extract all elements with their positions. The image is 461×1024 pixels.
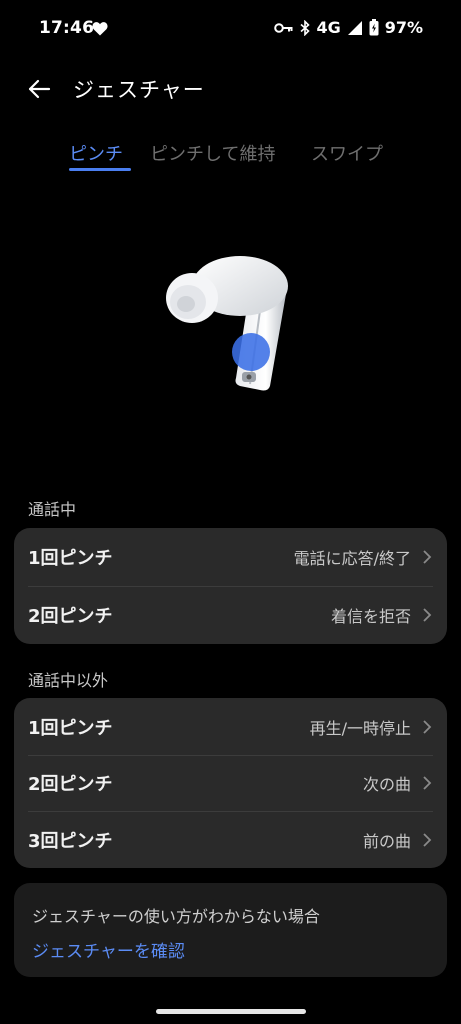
row-value: 着信を拒否 xyxy=(330,607,411,626)
row-label: 1回ピンチ xyxy=(28,548,113,569)
check-gesture-link[interactable]: ジェスチャーを確認 xyxy=(32,937,185,962)
list-item[interactable]: 2回ピンチ 次の曲 xyxy=(14,755,447,811)
key-icon xyxy=(274,22,293,33)
list-item[interactable]: 1回ピンチ 電話に応答/終了 xyxy=(14,528,447,586)
status-bar: 17:46 4G 97% xyxy=(0,0,461,58)
row-value: 前の曲 xyxy=(362,831,411,851)
tab-swipe[interactable]: スワイプ xyxy=(311,140,383,166)
row-value: 次の曲 xyxy=(362,775,411,794)
row-label: 2回ピンチ xyxy=(28,774,113,795)
earbud-illustration xyxy=(166,256,288,391)
row-label: 2回ピンチ xyxy=(28,606,113,627)
help-text: ジェスチャーの使い方がわからない場合 xyxy=(32,907,320,926)
list-item[interactable]: 2回ピンチ 着信を拒否 xyxy=(14,586,447,644)
not-in-call-card: 1回ピンチ 再生/一時停止 2回ピンチ 次の曲 3回ピンチ 前の曲 xyxy=(14,698,447,868)
status-time: 17:46 xyxy=(39,18,95,38)
section-header-not-in-call: 通話中以外 xyxy=(28,671,109,690)
battery-icon xyxy=(369,19,379,36)
chevron-right-icon xyxy=(423,608,432,622)
page-title: ジェスチャー xyxy=(73,78,205,102)
gesture-help-card: ジェスチャーの使い方がわからない場合 ジェスチャーを確認 xyxy=(14,883,447,977)
heart-icon xyxy=(92,22,108,36)
network-type: 4G xyxy=(316,18,341,37)
home-indicator[interactable] xyxy=(156,1009,306,1014)
active-tab-indicator xyxy=(69,168,131,171)
battery-percent: 97% xyxy=(384,18,423,37)
chevron-right-icon xyxy=(423,776,432,790)
section-header-in-call: 通話中 xyxy=(28,500,77,519)
row-label: 3回ピンチ xyxy=(28,830,113,852)
bluetooth-icon xyxy=(300,19,311,36)
chevron-right-icon xyxy=(423,550,432,564)
in-call-card: 1回ピンチ 電話に応答/終了 2回ピンチ 着信を拒否 xyxy=(14,528,447,644)
app-bar: ジェスチャー xyxy=(0,62,461,116)
row-label: 1回ピンチ xyxy=(28,717,113,739)
row-value: 電話に応答/終了 xyxy=(293,549,411,568)
row-value: 再生/一時停止 xyxy=(309,718,411,738)
gesture-tabs: ピンチ ピンチして維持 スワイプ xyxy=(0,136,461,176)
back-arrow-icon[interactable] xyxy=(22,72,56,106)
list-item[interactable]: 3回ピンチ 前の曲 xyxy=(14,811,447,868)
tab-pinch-and-hold[interactable]: ピンチして維持 xyxy=(150,140,275,166)
tab-pinch[interactable]: ピンチ xyxy=(69,140,123,166)
chevron-right-icon xyxy=(423,832,432,847)
list-item[interactable]: 1回ピンチ 再生/一時停止 xyxy=(14,698,447,755)
chevron-right-icon xyxy=(423,719,432,734)
signal-icon xyxy=(347,20,362,35)
